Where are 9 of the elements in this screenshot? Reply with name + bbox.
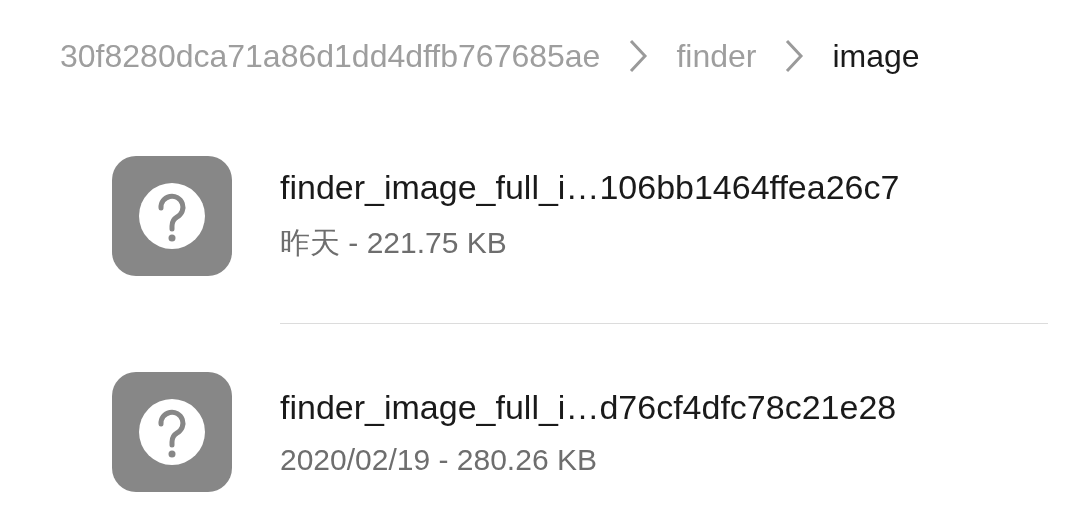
file-name[interactable]: finder_image_full_i…d76cf4dfc78c21e28 (280, 387, 897, 427)
unknown-file-icon (112, 156, 232, 276)
file-meta: 昨天 - 221.75 KB (280, 225, 508, 261)
chevron-right-icon (784, 38, 805, 74)
file-name[interactable]: finder_image_full_i…106bb1464ffea26c7 (280, 168, 900, 207)
breadcrumb-item[interactable]: image (832, 37, 920, 75)
unknown-file-icon (112, 372, 232, 492)
chevron-right-icon (628, 38, 649, 74)
file-meta: 2020/02/19 - 280.26 KB (280, 442, 598, 477)
